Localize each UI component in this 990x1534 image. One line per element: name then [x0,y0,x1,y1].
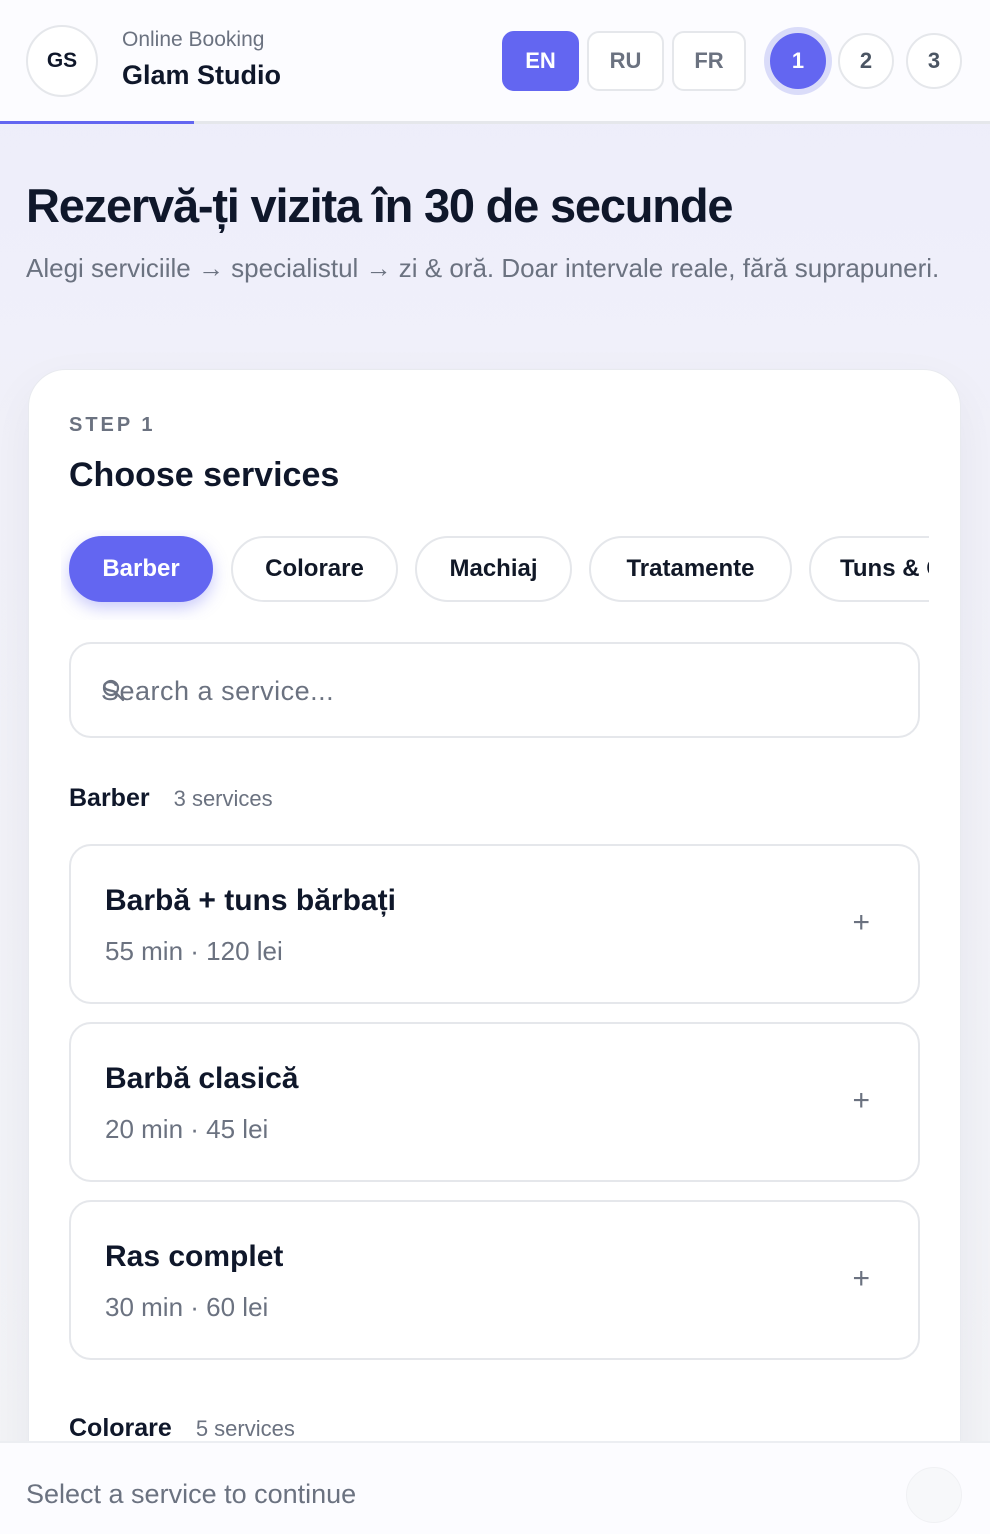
card-title: Choose services [69,456,340,494]
brand-subtitle: Online Booking [122,28,265,51]
service-meta: 30 min · 60 lei [105,1292,269,1322]
footer-status: Select a service to continue [26,1479,357,1509]
page-title: Rezervă-ți vizita în 30 de secunde [26,179,733,232]
category-chip-machiaj[interactable]: Machiaj [415,536,572,602]
category-chip-label: Colorare [265,555,364,582]
top-bar: GS Online Booking Glam Studio EN RU FR 1… [0,0,990,124]
service-name: Barbă + tuns bărbați [105,884,396,917]
language-fr-label: FR [694,48,724,73]
service-name: Barbă clasică [105,1062,299,1095]
language-ru-label: RU [609,48,642,73]
continue-button[interactable] [906,1467,962,1523]
group-count: 3 services [173,786,273,811]
step-2-label: 2 [859,48,873,73]
language-ru-button[interactable]: RU [587,31,664,91]
service-item[interactable]: Barbă clasică 20 min · 45 lei + [69,1022,920,1182]
category-chip-label: Tratamente [626,555,755,582]
step-indicator-2: 2 [838,33,894,89]
service-selection-card: STEP 1 Choose services Barber Colorare M… [28,369,961,1534]
service-item[interactable]: Ras complet 30 min · 60 lei + [69,1200,920,1360]
service-meta: 20 min · 45 lei [105,1114,269,1144]
service-name: Ras complet [105,1240,284,1273]
category-chip-label: Machiaj [449,555,538,582]
language-en-label: EN [525,48,556,73]
step-label: STEP 1 [69,414,156,436]
group-header-colorare: Colorare 5 services [69,1414,295,1443]
bottom-action-bar: Select a service to continue [0,1441,990,1534]
page-subtitle: Alegi serviciile → specialistul → zi & o… [26,253,940,283]
category-chip-colorare[interactable]: Colorare [231,536,398,602]
category-chip-label: Tuns & Coafat [840,555,929,582]
step-3-label: 3 [927,48,941,73]
plus-icon[interactable]: + [852,1084,870,1118]
plus-icon[interactable]: + [852,906,870,940]
brand-logo: GS [26,25,98,97]
step-1-label: 1 [791,48,805,73]
group-header-barber: Barber 3 services [69,784,273,813]
language-en-button[interactable]: EN [502,31,579,91]
language-fr-button[interactable]: FR [672,31,746,91]
category-chip-barber[interactable]: Barber [69,536,213,602]
group-name: Barber [69,784,150,812]
search-input[interactable] [101,662,881,720]
category-filter-bar[interactable]: Barber Colorare Machiaj Tratamente Tuns … [61,530,929,620]
service-search[interactable] [69,642,920,738]
logo-initials: GS [46,49,78,72]
brand-name: Glam Studio [122,60,282,90]
plus-icon[interactable]: + [852,1262,870,1296]
progress-bar [0,121,194,124]
group-name: Colorare [69,1414,172,1442]
category-chip-tuns-coafat[interactable]: Tuns & Coafat [809,536,929,602]
service-item[interactable]: Barbă + tuns bărbați 55 min · 120 lei + [69,844,920,1004]
category-chip-label: Barber [102,555,180,582]
category-chip-tratamente[interactable]: Tratamente [589,536,792,602]
group-count: 5 services [195,1416,295,1441]
service-meta: 55 min · 120 lei [105,936,283,966]
step-indicator-1: 1 [770,33,826,89]
step-indicator-3: 3 [906,33,962,89]
